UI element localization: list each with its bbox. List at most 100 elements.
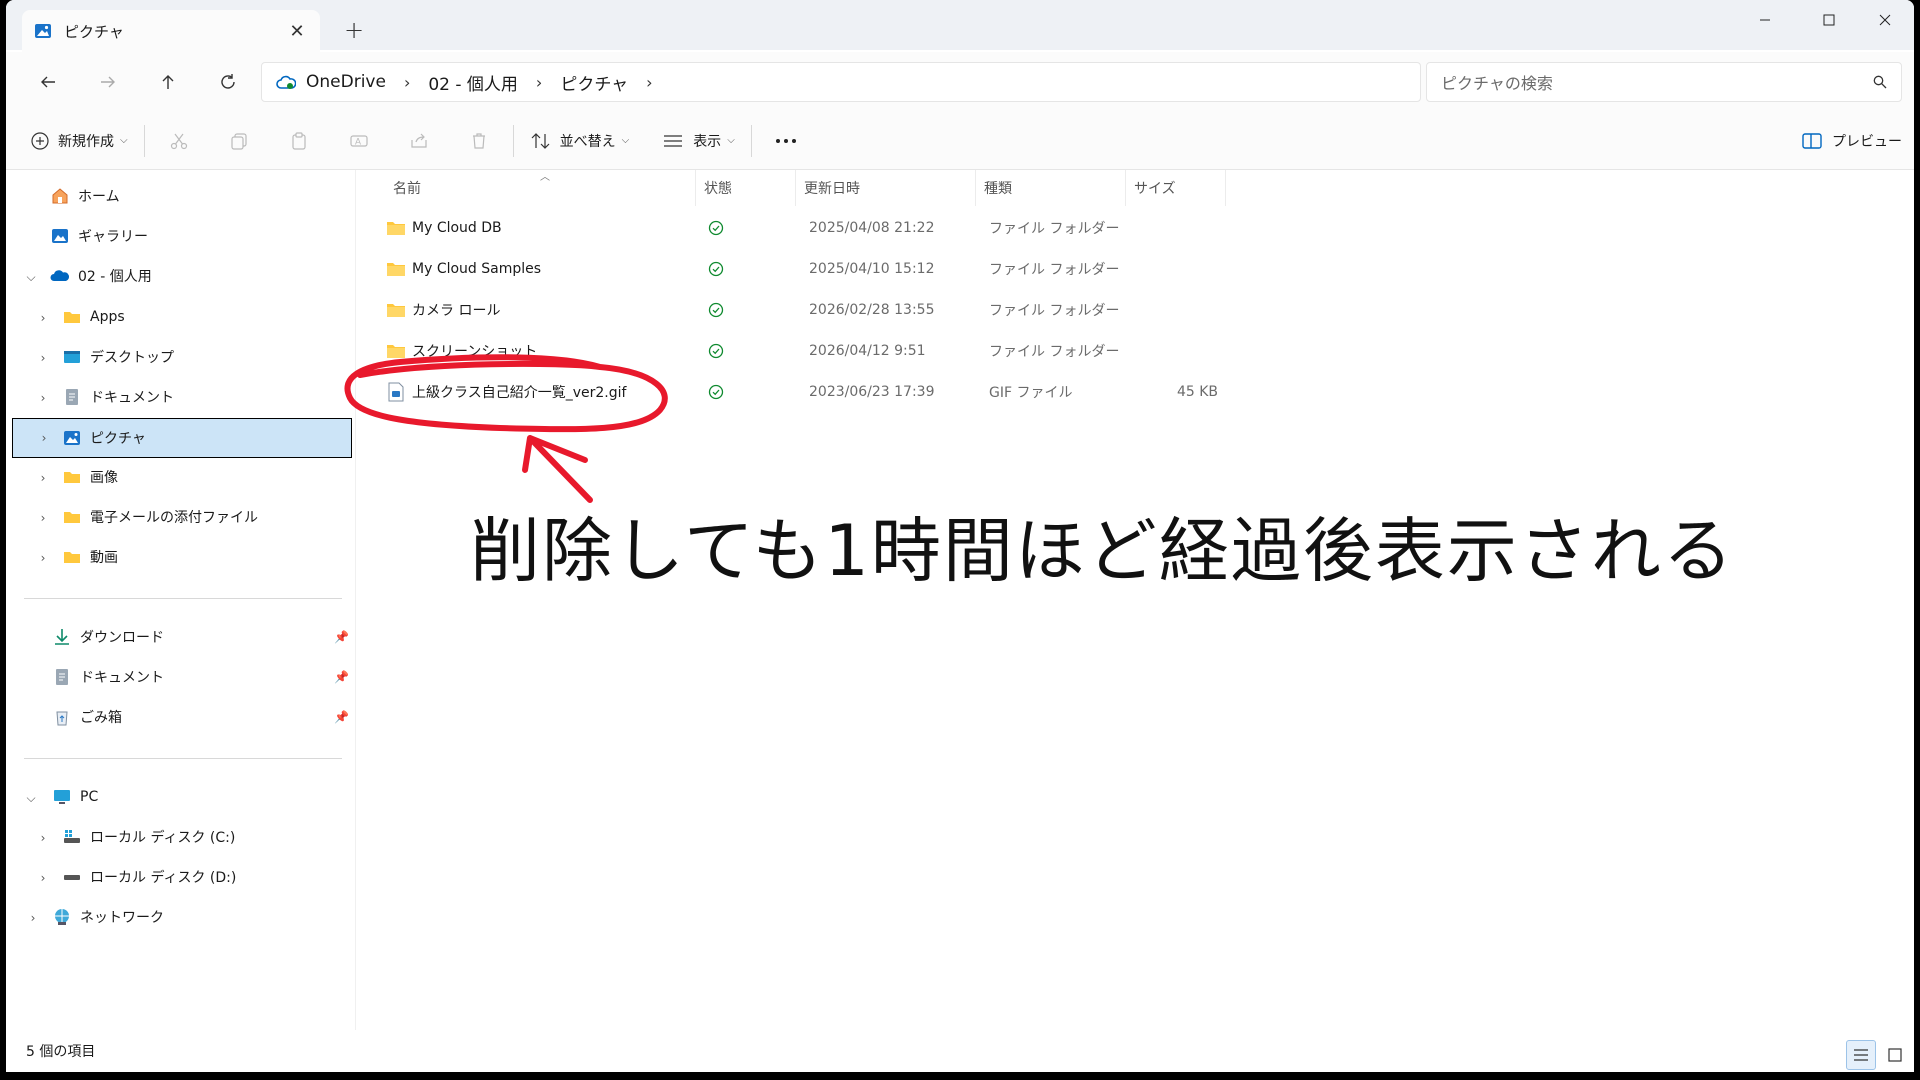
sidebar-item-email-attachments[interactable]: 電子メールの添付ファイル — [62, 498, 258, 536]
pin-icon[interactable]: 📌 — [334, 630, 349, 644]
pin-icon[interactable]: 📌 — [334, 670, 349, 684]
file-row[interactable]: カメラ ロール 2026/02/28 13:55 ファイル フォルダー — [356, 290, 1914, 330]
sidebar-item-label: ドキュメント — [90, 390, 174, 406]
chevron-right-icon[interactable]: › — [36, 471, 50, 485]
folder-icon — [64, 472, 80, 483]
svg-text:A: A — [355, 136, 361, 146]
cut-icon[interactable] — [159, 121, 199, 161]
title-bar: ピクチャ ✕ + — [6, 0, 1914, 52]
view-button[interactable]: 表示 ⌵ — [663, 131, 735, 151]
up-button[interactable] — [148, 62, 188, 102]
sidebar-item-label: ごみ箱 — [80, 710, 122, 726]
breadcrumb-chevron-icon[interactable]: › — [646, 73, 652, 92]
chevron-down-icon[interactable]: ⌵ — [24, 791, 38, 805]
chevron-right-icon[interactable]: › — [36, 551, 50, 565]
breadcrumb-chevron-icon[interactable]: › — [536, 73, 542, 92]
breadcrumb-onedrive[interactable]: OneDrive — [306, 72, 386, 92]
column-header-name[interactable]: 名前 — [356, 170, 696, 206]
chevron-right-icon[interactable]: › — [36, 311, 50, 325]
breadcrumb-personal[interactable]: 02 - 個人用 — [428, 70, 518, 95]
arrow-left-icon — [41, 76, 55, 88]
chevron-right-icon[interactable]: › — [36, 351, 50, 365]
tab-pictures[interactable]: ピクチャ ✕ — [22, 10, 320, 52]
file-row[interactable]: 上級クラス自己紹介一覧_ver2.gif 2023/06/23 17:39 GI… — [356, 372, 1914, 412]
sidebar-item-apps[interactable]: Apps — [62, 298, 125, 336]
document-icon — [66, 389, 78, 405]
rename-icon[interactable]: A — [339, 121, 379, 161]
file-row[interactable]: My Cloud Samples 2025/04/10 15:12 ファイル フ… — [356, 249, 1914, 289]
chevron-right-icon[interactable]: › — [36, 511, 50, 525]
folder-icon — [387, 263, 405, 276]
preview-label: プレビュー — [1832, 133, 1902, 150]
chevron-right-icon[interactable]: › — [36, 391, 50, 405]
sidebar-item-label: ギャラリー — [78, 229, 148, 245]
back-button[interactable] — [28, 62, 68, 102]
gallery-icon — [52, 229, 68, 243]
tiles-view-button[interactable] — [1880, 1040, 1910, 1070]
new-tab-button[interactable]: + — [338, 14, 370, 46]
sidebar-item-label: ピクチャ — [90, 431, 146, 447]
chevron-down-icon[interactable]: ⌵ — [24, 270, 38, 284]
sidebar-item-recycle-bin[interactable]: ごみ箱 — [52, 698, 122, 736]
share-icon[interactable] — [399, 121, 439, 161]
plus-circle-icon — [31, 131, 49, 150]
sidebar-item-drive-d[interactable]: ローカル ディスク (D:) — [62, 858, 236, 896]
address-bar[interactable]: OneDrive › 02 - 個人用 › ピクチャ › — [261, 62, 1421, 102]
column-header-status[interactable]: 状態 — [696, 170, 796, 206]
minimize-button[interactable] — [1736, 0, 1794, 40]
column-header-type[interactable]: 種類 — [976, 170, 1126, 206]
chevron-right-icon[interactable]: › — [37, 431, 51, 445]
sidebar-item-downloads[interactable]: ダウンロード — [52, 618, 164, 656]
sidebar-item-gallery[interactable]: ギャラリー — [50, 217, 148, 255]
chevron-right-icon[interactable]: › — [36, 831, 50, 845]
sort-icon — [531, 132, 550, 149]
search-box[interactable]: ピクチャの検索 — [1426, 62, 1902, 102]
document-icon — [56, 669, 68, 685]
sidebar-item-quick-documents[interactable]: ドキュメント — [52, 658, 164, 696]
tab-title: ピクチャ — [64, 22, 124, 41]
sidebar-item-onedrive[interactable]: 02 - 個人用 — [50, 257, 152, 295]
file-size — [1146, 208, 1218, 248]
delete-icon[interactable] — [459, 121, 499, 161]
sidebar-item-desktop[interactable]: デスクトップ — [62, 338, 174, 376]
sidebar-item-pictures[interactable]: › ピクチャ — [12, 418, 352, 458]
sort-button[interactable]: 並べ替え ⌵ — [530, 131, 630, 151]
sidebar-item-images[interactable]: 画像 — [62, 458, 118, 496]
chevron-right-icon[interactable]: › — [26, 911, 40, 925]
sidebar-item-network[interactable]: ネットワーク — [52, 898, 164, 936]
chevron-right-icon[interactable]: › — [36, 871, 50, 885]
column-header-size[interactable]: サイズ — [1126, 170, 1226, 206]
file-name: スクリーンショット — [412, 344, 538, 360]
copy-icon[interactable] — [219, 121, 259, 161]
onedrive-cloud-icon — [50, 270, 70, 281]
close-button[interactable] — [1856, 0, 1914, 40]
more-options-icon[interactable] — [766, 121, 806, 161]
chevron-down-icon: ⌵ — [621, 135, 630, 146]
column-header-modified[interactable]: 更新日時 — [796, 170, 976, 206]
gif-file-icon — [388, 382, 404, 402]
file-row[interactable]: スクリーンショット 2026/04/12 9:51 ファイル フォルダー — [356, 331, 1914, 371]
breadcrumb-chevron-icon[interactable]: › — [404, 73, 410, 92]
sidebar-item-drive-c[interactable]: ローカル ディスク (C:) — [62, 818, 235, 856]
pin-icon[interactable]: 📌 — [334, 710, 349, 724]
breadcrumb-pictures[interactable]: ピクチャ — [560, 70, 628, 95]
file-size — [1146, 249, 1218, 289]
file-size — [1146, 331, 1218, 371]
sidebar-item-videos[interactable]: 動画 — [62, 538, 118, 576]
maximize-button[interactable] — [1800, 0, 1858, 40]
file-row[interactable]: My Cloud DB 2025/04/08 21:22 ファイル フォルダー — [356, 208, 1914, 248]
chevron-down-icon: ⌵ — [120, 135, 128, 146]
pictures-icon — [35, 24, 51, 38]
sidebar-item-pc[interactable]: PC — [52, 778, 98, 816]
sidebar-item-label: ローカル ディスク (C:) — [90, 830, 236, 846]
new-button[interactable]: 新規作成 ⌵ — [30, 131, 128, 151]
paste-icon[interactable] — [279, 121, 319, 161]
sidebar-item-documents[interactable]: ドキュメント — [62, 378, 174, 416]
tab-close-icon[interactable]: ✕ — [286, 20, 308, 42]
forward-button[interactable] — [88, 62, 128, 102]
refresh-button[interactable] — [208, 62, 248, 102]
sidebar-item-home[interactable]: ホーム — [50, 177, 120, 215]
preview-button[interactable]: プレビュー — [1802, 131, 1902, 151]
details-view-button[interactable] — [1846, 1040, 1876, 1070]
sidebar-item-label: Apps — [90, 309, 125, 325]
